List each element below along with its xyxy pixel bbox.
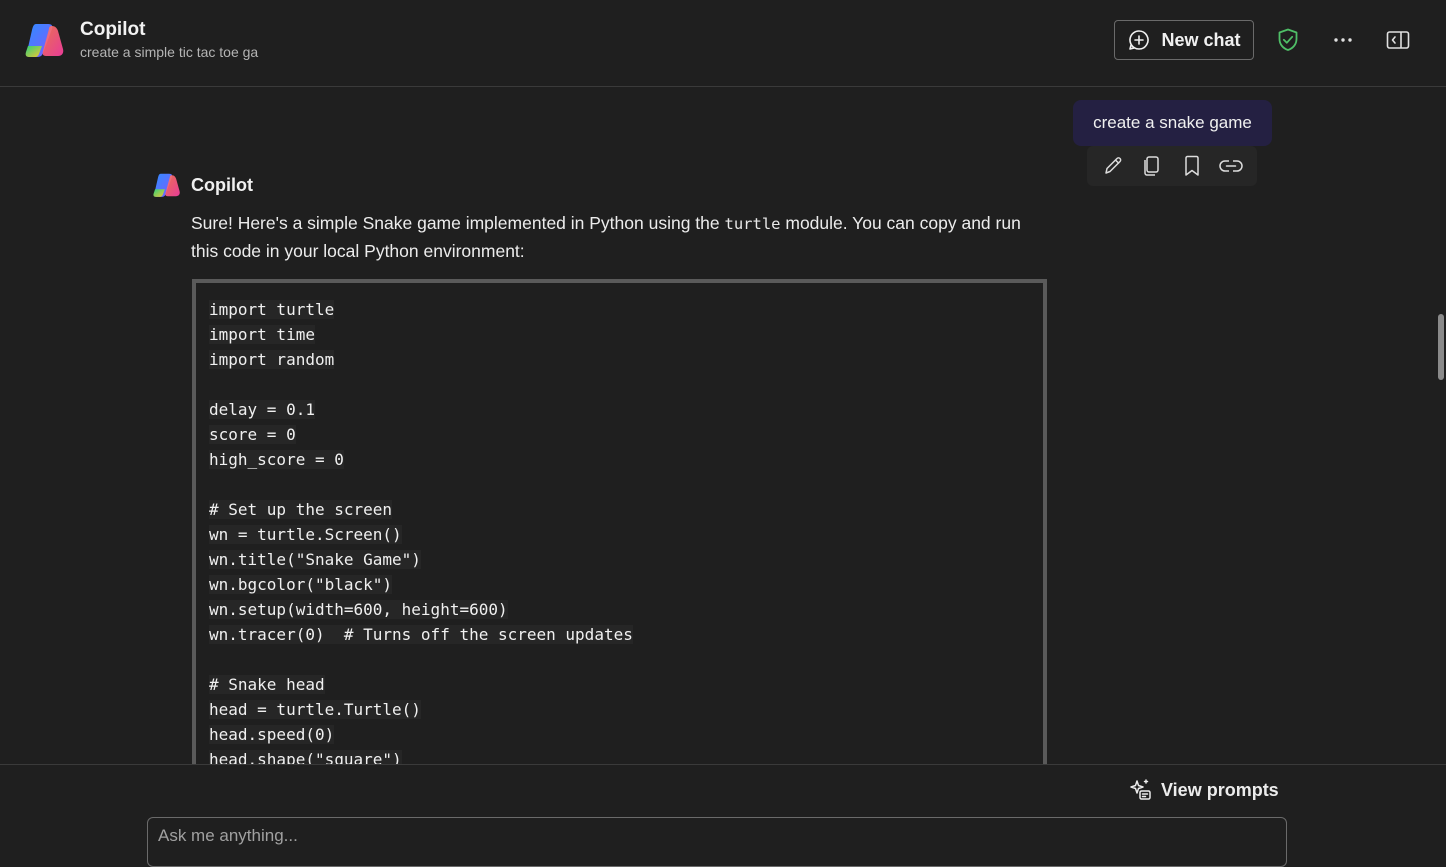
view-prompts-button[interactable]: View prompts (1128, 775, 1279, 805)
inline-code: turtle (724, 215, 781, 233)
code-line: # Snake head (209, 675, 325, 694)
code-line: head = turtle.Turtle() (209, 700, 421, 719)
footer: View prompts (0, 764, 1446, 867)
code-line: head.speed(0) (209, 725, 335, 744)
new-chat-label: New chat (1161, 29, 1241, 50)
code-line: import random (209, 350, 335, 369)
code-line: delay = 0.1 (209, 400, 315, 419)
code-line: import time (209, 325, 315, 344)
shield-check-icon[interactable] (1274, 26, 1302, 54)
user-message-bubble: create a snake game (1073, 100, 1272, 146)
reply-text-part: Sure! Here's a simple Snake game impleme… (191, 213, 725, 233)
ask-input[interactable] (147, 817, 1287, 867)
code-line: wn.title("Snake Game") (209, 550, 421, 569)
message-actions-toolbar (1087, 146, 1257, 186)
code-line: high_score = 0 (209, 450, 344, 469)
code-line: wn.setup(width=600, height=600) (209, 600, 508, 619)
new-chat-button[interactable]: New chat (1114, 20, 1254, 60)
copilot-logo-icon (25, 24, 64, 57)
link-icon[interactable] (1216, 151, 1246, 181)
conversation-title[interactable]: create a simple tic tac toe ga (80, 44, 258, 60)
sparkle-prompts-icon (1130, 779, 1151, 800)
code-line: head.shape("square") (209, 747, 1043, 764)
bot-reply-text: Sure! Here's a simple Snake game impleme… (191, 210, 1041, 265)
user-message-text: create a snake game (1093, 113, 1252, 132)
conversation-area: create a snake game Copilot Sure! Here's… (0, 88, 1446, 764)
copy-icon[interactable] (1137, 151, 1167, 181)
header: Copilot create a simple tic tac toe ga N… (0, 0, 1446, 87)
code-block: import turtle import time import random de… (192, 279, 1047, 764)
code-line: wn.tracer(0) # Turns off the screen upda… (209, 625, 633, 644)
app-title: Copilot (80, 19, 146, 40)
code-line: wn = turtle.Screen() (209, 525, 402, 544)
scrollbar-thumb[interactable] (1438, 314, 1444, 380)
view-prompts-label: View prompts (1161, 779, 1279, 800)
code-line: import turtle (209, 300, 335, 319)
code-line: score = 0 (209, 425, 296, 444)
copilot-logo-icon (153, 173, 180, 197)
bookmark-icon[interactable] (1177, 151, 1207, 181)
bot-name: Copilot (191, 175, 253, 195)
code-line: wn.bgcolor("black") (209, 575, 393, 594)
new-chat-icon (1129, 30, 1150, 50)
code-content: import turtle import time import random de… (196, 283, 1043, 764)
conversation-scrollbar[interactable] (1436, 88, 1446, 764)
side-panel-icon[interactable] (1384, 26, 1412, 54)
more-horizontal-icon[interactable] (1329, 26, 1357, 54)
edit-icon[interactable] (1098, 151, 1128, 181)
code-line: # Set up the screen (209, 500, 393, 519)
